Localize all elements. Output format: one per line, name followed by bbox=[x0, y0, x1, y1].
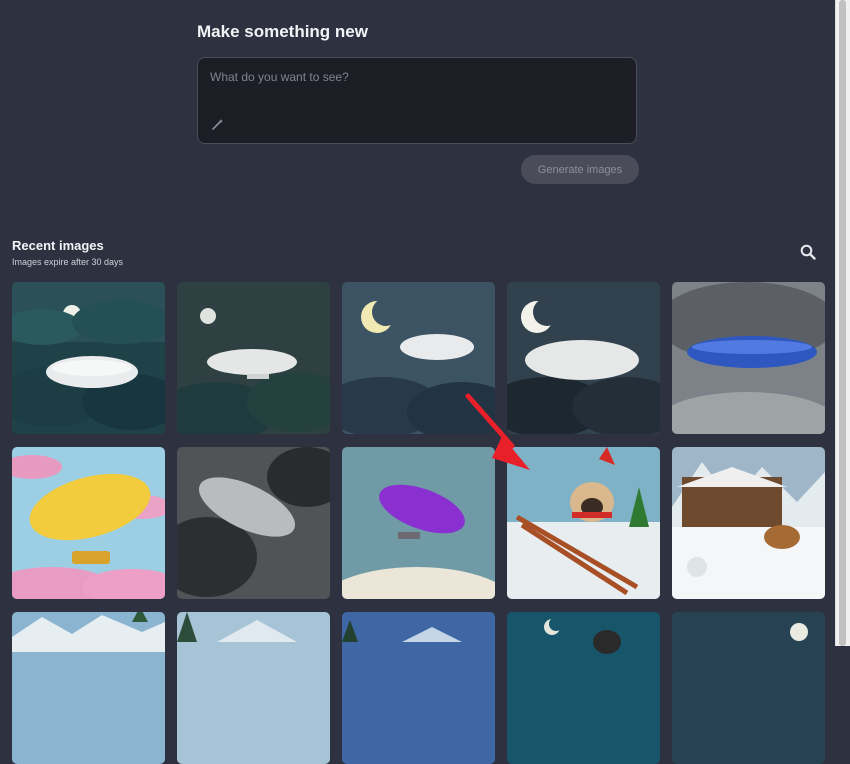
image-tile-mountains-2[interactable] bbox=[177, 612, 330, 764]
image-tile-airship-moon-clouds[interactable] bbox=[342, 282, 495, 434]
image-tile-beagle-cabin[interactable] bbox=[672, 447, 825, 599]
image-tile-blue-airship[interactable] bbox=[672, 282, 825, 434]
image-tile-airship-crescent-storm[interactable] bbox=[507, 282, 660, 434]
image-tile-night-dog[interactable] bbox=[507, 612, 660, 764]
image-tile-night-moon[interactable] bbox=[672, 612, 825, 764]
page-title: Make something new bbox=[197, 22, 368, 41]
image-tile-pug-skiing[interactable] bbox=[507, 447, 660, 599]
image-tile-purple-airship[interactable] bbox=[342, 447, 495, 599]
prompt-box[interactable] bbox=[197, 57, 637, 144]
image-tile-mountains-1[interactable] bbox=[12, 612, 165, 764]
image-tile-yellow-airship[interactable] bbox=[12, 447, 165, 599]
search-icon[interactable] bbox=[799, 243, 817, 261]
magic-wand-icon[interactable] bbox=[210, 116, 226, 132]
generate-images-button[interactable]: Generate images bbox=[521, 155, 639, 184]
scrollbar[interactable] bbox=[835, 0, 850, 646]
recent-images-subtitle: Images expire after 30 days bbox=[12, 257, 124, 267]
image-tile-airship-night-sea[interactable] bbox=[12, 282, 165, 434]
scrollbar-thumb[interactable] bbox=[839, 0, 846, 646]
prompt-input[interactable] bbox=[208, 68, 622, 112]
image-tile-airship-rain[interactable] bbox=[177, 282, 330, 434]
image-tile-grey-airship-storm[interactable] bbox=[177, 447, 330, 599]
recent-images-heading: Recent images bbox=[12, 238, 104, 253]
image-tile-mountains-3[interactable] bbox=[342, 612, 495, 764]
